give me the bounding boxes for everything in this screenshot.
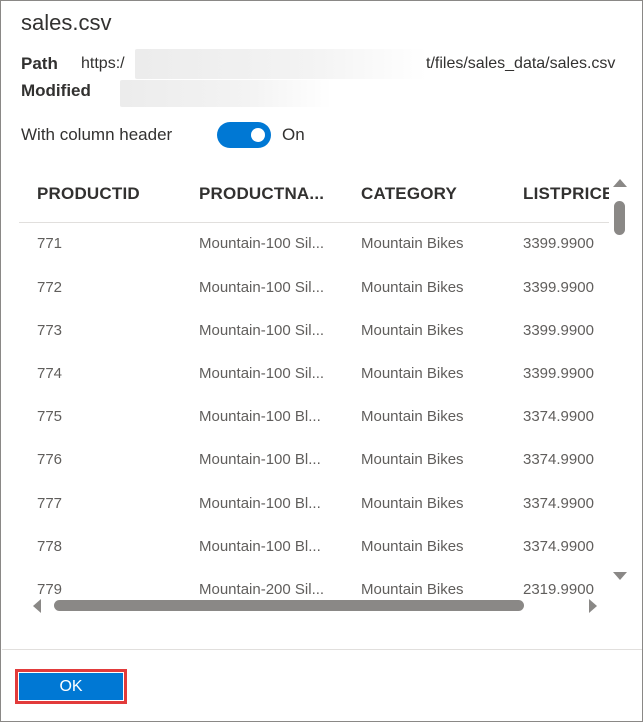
scroll-left-arrow-icon[interactable] [33, 599, 41, 613]
cell-category: Mountain Bikes [361, 322, 464, 339]
cell-productname: Mountain-100 Bl... [199, 451, 321, 468]
modified-value-redacted [120, 80, 332, 107]
table-row: 775 Mountain-100 Bl... Mountain Bikes 33… [19, 408, 609, 451]
table-row: 771 Mountain-100 Sil... Mountain Bikes 3… [19, 235, 609, 278]
cell-category: Mountain Bikes [361, 235, 464, 252]
cell-productname: Mountain-100 Bl... [199, 538, 321, 555]
column-header-listprice[interactable]: LISTPRICE [523, 184, 609, 204]
cell-category: Mountain Bikes [361, 495, 464, 512]
cell-productname: Mountain-100 Sil... [199, 235, 325, 252]
toggle-state-text: On [282, 125, 305, 144]
cell-category: Mountain Bikes [361, 581, 464, 598]
cell-listprice: 3374.9900 [523, 408, 594, 425]
grid-header-row: PRODUCTID PRODUCTNA... CATEGORY LISTPRIC… [19, 166, 609, 223]
column-header-toggle[interactable] [217, 122, 271, 148]
scroll-up-arrow-icon[interactable] [613, 179, 627, 187]
cell-productname: Mountain-100 Bl... [199, 495, 321, 512]
column-header-category[interactable]: CATEGORY [361, 184, 457, 204]
table-row: 779 Mountain-200 Sil... Mountain Bikes 2… [19, 581, 609, 598]
cell-listprice: 3399.9900 [523, 235, 594, 252]
cell-productid: 772 [37, 279, 63, 296]
path-redacted [135, 49, 427, 79]
cell-category: Mountain Bikes [361, 279, 464, 296]
cell-category: Mountain Bikes [361, 451, 464, 468]
cell-productname: Mountain-100 Sil... [199, 322, 325, 339]
cell-productid: 771 [37, 235, 63, 252]
horizontal-scroll-thumb[interactable] [54, 600, 524, 611]
vertical-scroll-thumb[interactable] [614, 201, 625, 235]
cell-listprice: 3399.9900 [523, 365, 594, 382]
cell-productname: Mountain-100 Sil... [199, 279, 325, 296]
dialog-title: sales.csv [21, 10, 112, 35]
column-header-productid[interactable]: PRODUCTID [37, 184, 140, 204]
horizontal-scrollbar[interactable] [27, 597, 603, 617]
cell-productid: 773 [37, 322, 63, 339]
cell-listprice: 2319.9900 [523, 581, 594, 598]
path-value-suffix: t/files/sales_data/sales.csv [426, 55, 616, 72]
scroll-down-arrow-icon[interactable] [613, 572, 627, 580]
cell-productname: Mountain-100 Sil... [199, 365, 325, 382]
scroll-right-arrow-icon[interactable] [589, 599, 597, 613]
file-preview-dialog: sales.csv Path https:/ t/files/sales_dat… [0, 0, 643, 722]
cell-listprice: 3374.9900 [523, 451, 594, 468]
cell-category: Mountain Bikes [361, 538, 464, 555]
cell-productid: 779 [37, 581, 63, 598]
table-row: 777 Mountain-100 Bl... Mountain Bikes 33… [19, 495, 609, 538]
cell-listprice: 3374.9900 [523, 495, 594, 512]
modified-label: Modified [21, 81, 91, 100]
cell-productname: Mountain-200 Sil... [199, 581, 325, 598]
preview-grid: PRODUCTID PRODUCTNA... CATEGORY LISTPRIC… [19, 166, 609, 598]
table-row: 776 Mountain-100 Bl... Mountain Bikes 33… [19, 451, 609, 494]
cell-productid: 775 [37, 408, 63, 425]
vertical-scrollbar[interactable] [610, 176, 630, 586]
cell-productid: 778 [37, 538, 63, 555]
cell-productid: 774 [37, 365, 63, 382]
table-row: 773 Mountain-100 Sil... Mountain Bikes 3… [19, 322, 609, 365]
cell-listprice: 3399.9900 [523, 279, 594, 296]
table-row: 778 Mountain-100 Bl... Mountain Bikes 33… [19, 538, 609, 581]
cell-listprice: 3399.9900 [523, 322, 594, 339]
ok-button[interactable]: OK [19, 673, 123, 700]
path-value-prefix: https:/ [81, 55, 125, 72]
footer-divider [2, 649, 642, 650]
column-header-productname[interactable]: PRODUCTNA... [199, 184, 324, 204]
toggle-knob [251, 128, 265, 142]
table-row: 772 Mountain-100 Sil... Mountain Bikes 3… [19, 279, 609, 322]
table-row: 774 Mountain-100 Sil... Mountain Bikes 3… [19, 365, 609, 408]
cell-category: Mountain Bikes [361, 408, 464, 425]
cell-productname: Mountain-100 Bl... [199, 408, 321, 425]
cell-category: Mountain Bikes [361, 365, 464, 382]
column-header-toggle-label: With column header [21, 125, 173, 144]
cell-listprice: 3374.9900 [523, 538, 594, 555]
cell-productid: 777 [37, 495, 63, 512]
path-label: Path [21, 54, 58, 73]
cell-productid: 776 [37, 451, 63, 468]
